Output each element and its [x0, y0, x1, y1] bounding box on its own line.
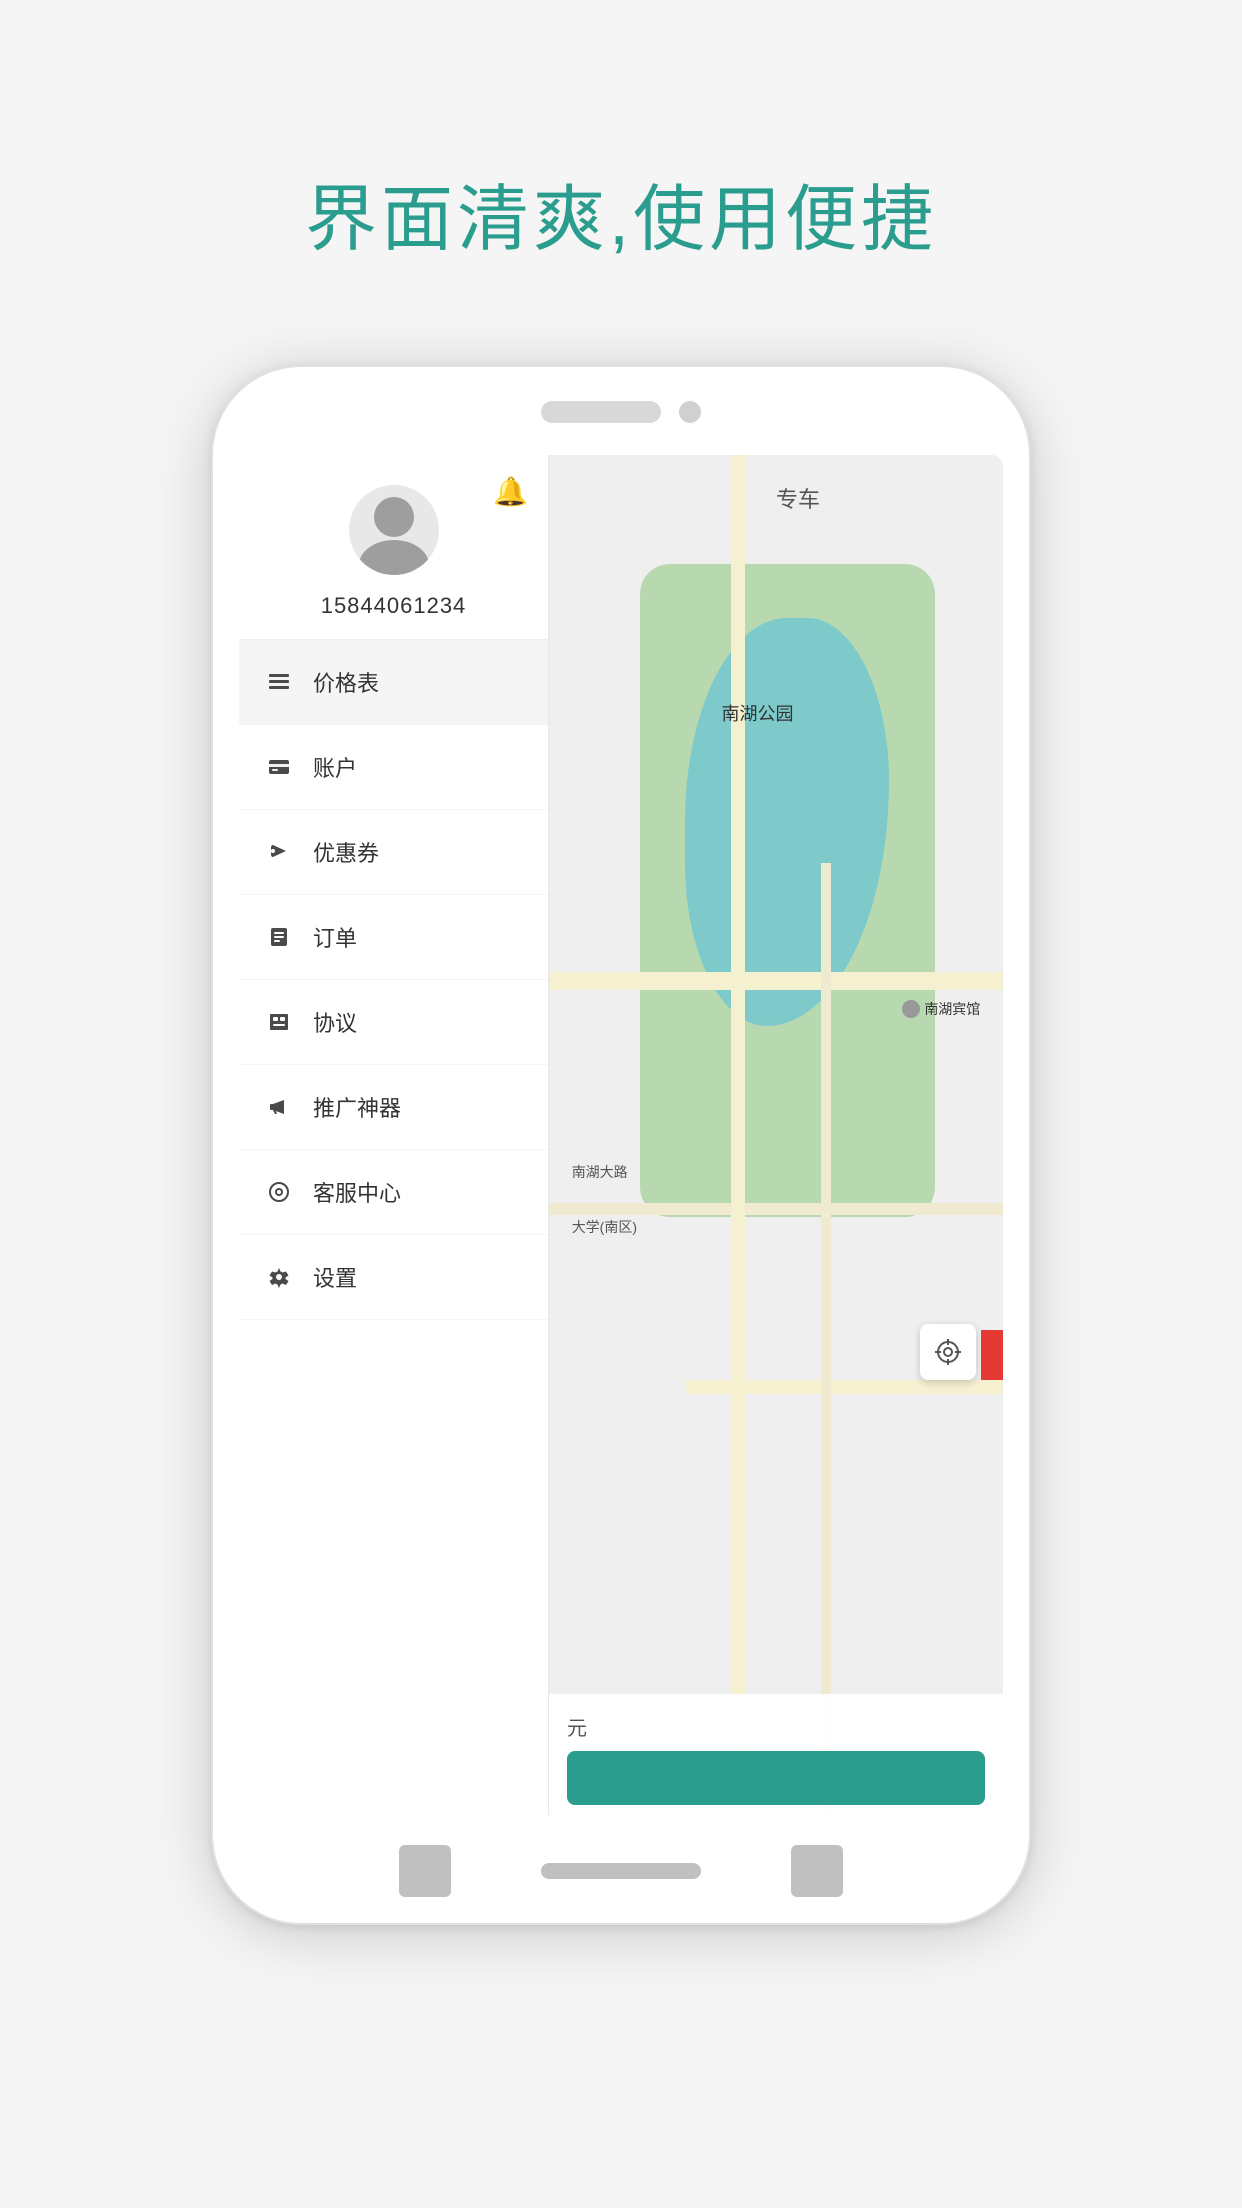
menu-item-coupon[interactable]: 优惠券: [239, 810, 548, 895]
phone-speaker: [541, 401, 661, 423]
service-icon: [263, 1176, 295, 1208]
nav-back-button[interactable]: [399, 1845, 451, 1897]
menu-label-settings: 设置: [313, 1261, 357, 1293]
menu-item-price-list[interactable]: 价格表: [239, 640, 548, 725]
menu-item-settings[interactable]: 设置: [239, 1235, 548, 1320]
map-label-road2: 南湖大路: [572, 1162, 628, 1182]
price-text: 元: [567, 1712, 985, 1741]
menu-item-service[interactable]: 客服中心: [239, 1150, 548, 1235]
map-road-v1: [731, 455, 745, 1815]
hotel-dot: [902, 1000, 920, 1018]
page-title: 界面清爽,使用便捷: [305, 160, 937, 265]
nav-recents-button[interactable]: [791, 1845, 843, 1897]
phone-bottom-bar: [399, 1845, 843, 1897]
avatar: [349, 485, 439, 575]
map-bottom-panel: 元: [549, 1694, 1003, 1815]
phone-mockup: 🔔 15844061234: [211, 365, 1031, 1925]
map-label-univ: 大学(南区): [572, 1217, 637, 1237]
map-label-park: 南湖公园: [722, 700, 794, 726]
menu-item-account[interactable]: 账户: [239, 725, 548, 810]
menu-item-agreement[interactable]: 协议: [239, 980, 548, 1065]
menu-label-order: 订单: [313, 921, 357, 953]
account-icon: [263, 751, 295, 783]
menu-item-order[interactable]: 订单: [239, 895, 548, 980]
menu-label-coupon: 优惠券: [313, 836, 379, 868]
menu-item-promote[interactable]: 推广神器: [239, 1065, 548, 1150]
promote-icon: [263, 1091, 295, 1123]
menu-label-promote: 推广神器: [313, 1091, 401, 1123]
map-red-mark: [981, 1330, 1003, 1380]
gps-button[interactable]: [920, 1324, 976, 1380]
phone-top-bar: [541, 401, 701, 423]
map-road-v2: [821, 863, 831, 1815]
map-road-h1: [549, 972, 1003, 990]
drawer-menu: 价格表 账户: [239, 640, 548, 1815]
bell-icon[interactable]: 🔔: [493, 475, 528, 508]
nav-home-button[interactable]: [541, 1863, 701, 1879]
phone-camera: [679, 401, 701, 423]
price-list-icon: [263, 666, 295, 698]
user-phone-number: 15844061234: [321, 593, 467, 619]
menu-label-service: 客服中心: [313, 1176, 401, 1208]
menu-label-agreement: 协议: [313, 1006, 357, 1038]
phone-screen: 🔔 15844061234: [239, 455, 1003, 1815]
map-label-hotel: 南湖宾馆: [902, 999, 980, 1019]
map-label-zhuanche: 专车: [776, 482, 820, 514]
order-icon: [263, 921, 295, 953]
call-car-button[interactable]: [567, 1751, 985, 1805]
map-area: 专车 南湖公园 南湖大路 大学(南区) 南湖宾馆: [549, 455, 1003, 1815]
map-road-h2: [549, 1203, 1003, 1215]
menu-label-account: 账户: [313, 751, 357, 783]
agreement-icon: [263, 1006, 295, 1038]
coupon-icon: [263, 836, 295, 868]
menu-label-price-list: 价格表: [313, 666, 379, 698]
app-drawer: 🔔 15844061234: [239, 455, 549, 1815]
settings-icon: [263, 1261, 295, 1293]
drawer-header: 🔔 15844061234: [239, 455, 548, 640]
